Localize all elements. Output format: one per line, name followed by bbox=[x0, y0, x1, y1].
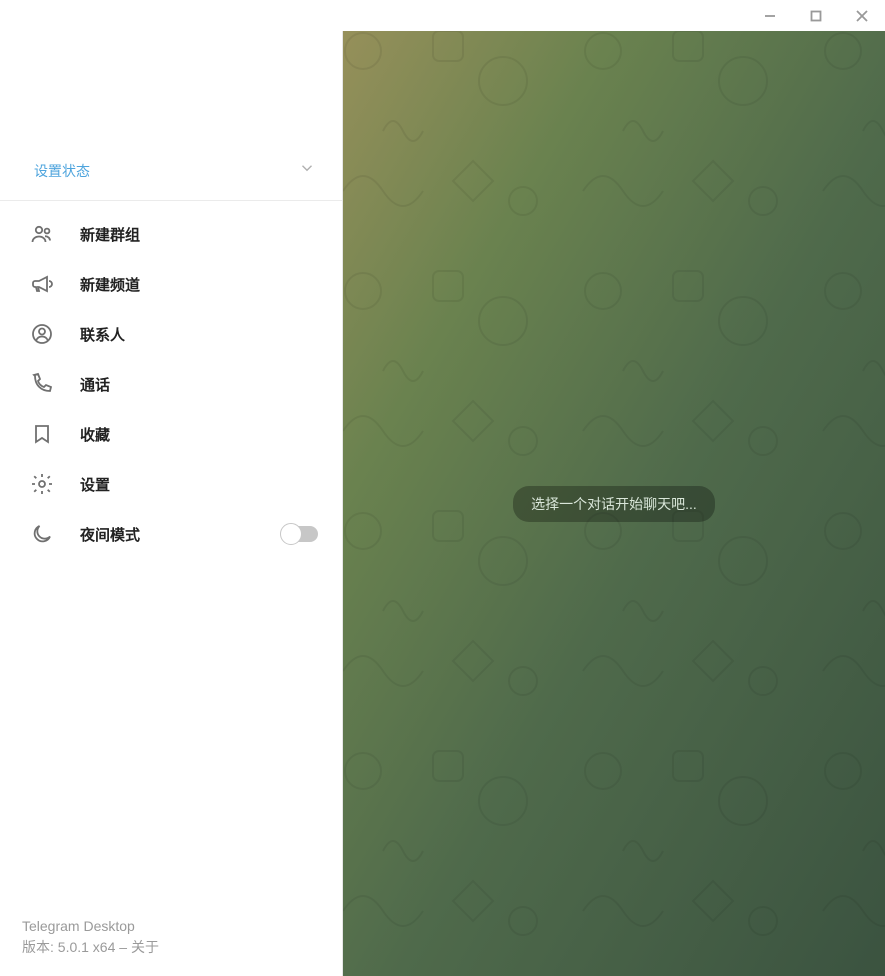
set-status-link[interactable]: 设置状态 bbox=[34, 161, 90, 181]
version-text: 5.0.1 x64 bbox=[58, 939, 116, 955]
menu-label: 新建频道 bbox=[80, 274, 318, 295]
menu-contacts[interactable]: 联系人 bbox=[0, 309, 342, 359]
about-link[interactable]: 关于 bbox=[131, 939, 159, 955]
close-button[interactable] bbox=[839, 0, 885, 31]
menu-label: 通话 bbox=[80, 374, 318, 395]
gear-icon bbox=[30, 472, 54, 496]
group-icon bbox=[30, 222, 54, 246]
minimize-button[interactable] bbox=[747, 0, 793, 31]
maximize-button[interactable] bbox=[793, 0, 839, 31]
version-prefix: 版本: bbox=[22, 939, 58, 955]
menu-new-group[interactable]: 新建群组 bbox=[0, 209, 342, 259]
bookmark-icon bbox=[30, 422, 54, 446]
menu-saved[interactable]: 收藏 bbox=[0, 409, 342, 459]
status-area: 设置状态 bbox=[0, 141, 342, 201]
phone-icon bbox=[30, 372, 54, 396]
menu-new-channel[interactable]: 新建频道 bbox=[0, 259, 342, 309]
menu-label: 新建群组 bbox=[80, 224, 318, 245]
menu-label: 夜间模式 bbox=[80, 524, 256, 545]
menu: 新建群组 新建频道 联系人 bbox=[0, 201, 342, 902]
megaphone-icon bbox=[30, 272, 54, 296]
menu-label: 设置 bbox=[80, 474, 318, 495]
user-icon bbox=[30, 322, 54, 346]
menu-label: 联系人 bbox=[80, 324, 318, 345]
app-window: 设置状态 新建群组 新建频道 bbox=[0, 0, 885, 976]
app-name: Telegram Desktop bbox=[22, 916, 320, 937]
titlebar bbox=[0, 0, 885, 31]
menu-label: 收藏 bbox=[80, 424, 318, 445]
menu-calls[interactable]: 通话 bbox=[0, 359, 342, 409]
menu-settings[interactable]: 设置 bbox=[0, 459, 342, 509]
main-area: 选择一个对话开始聊天吧... bbox=[343, 31, 885, 976]
sidebar: 设置状态 新建群组 新建频道 bbox=[0, 31, 343, 976]
footer-separator: – bbox=[115, 939, 131, 955]
sidebar-footer: Telegram Desktop 版本: 5.0.1 x64 – 关于 bbox=[0, 902, 342, 976]
moon-icon bbox=[30, 522, 54, 546]
menu-night-mode[interactable]: 夜间模式 bbox=[0, 509, 342, 559]
app-body: 设置状态 新建群组 新建频道 bbox=[0, 31, 885, 976]
night-mode-toggle[interactable] bbox=[282, 526, 318, 542]
chevron-down-icon[interactable] bbox=[294, 155, 320, 186]
empty-chat-hint: 选择一个对话开始聊天吧... bbox=[513, 486, 715, 522]
